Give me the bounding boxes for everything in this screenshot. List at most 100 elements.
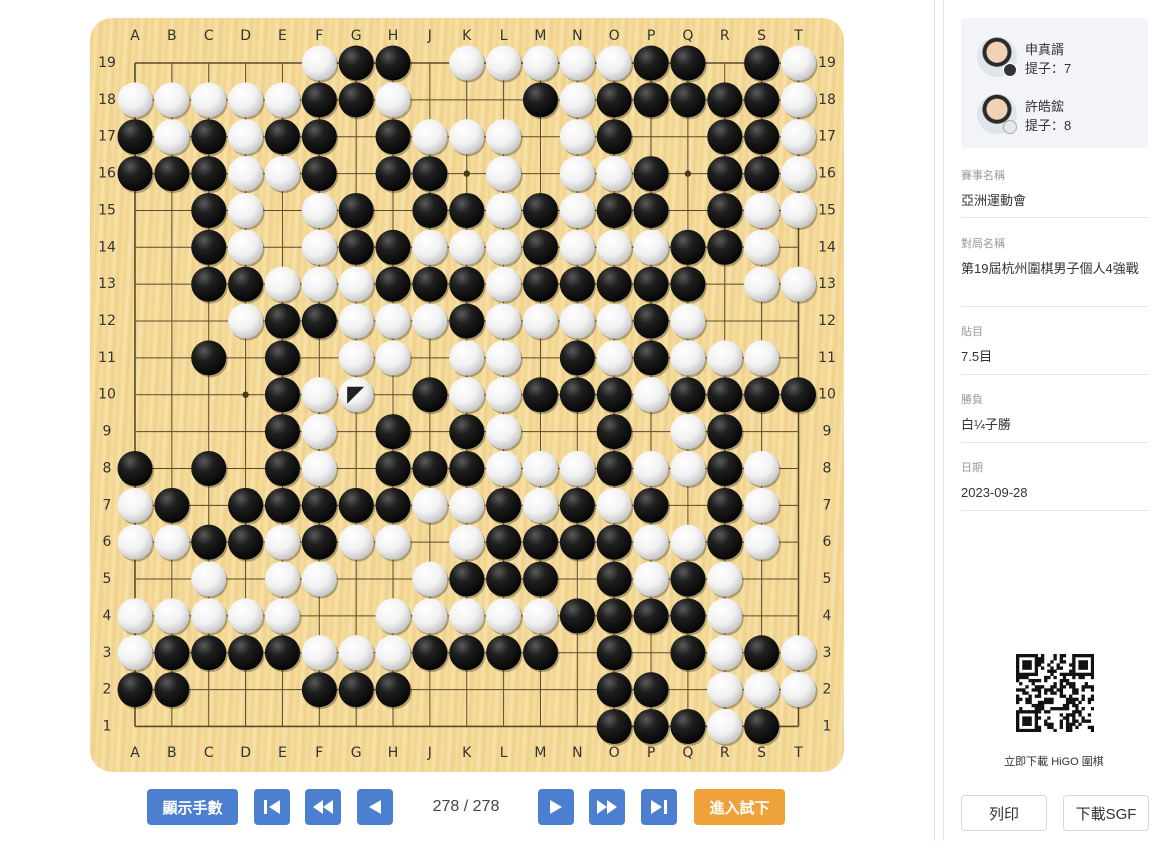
white-stone bbox=[154, 119, 191, 157]
column-label: H bbox=[388, 745, 399, 761]
white-stone bbox=[780, 156, 818, 194]
black-stone bbox=[707, 119, 744, 157]
row-label: 3 bbox=[103, 645, 112, 661]
black-stone bbox=[264, 487, 302, 525]
black-stone bbox=[449, 266, 486, 304]
info-date: 日期 2023-09-28 bbox=[961, 460, 1148, 511]
black-stone bbox=[633, 340, 671, 378]
black-stone bbox=[338, 229, 376, 267]
black-stone bbox=[338, 487, 376, 525]
player-black: 申真諝 提子：7 bbox=[977, 37, 1147, 77]
black-stone bbox=[633, 672, 671, 710]
white-stone bbox=[117, 487, 154, 525]
white-stone bbox=[301, 450, 339, 488]
white-stone bbox=[338, 266, 376, 304]
black-stone bbox=[301, 672, 339, 710]
black-stone bbox=[338, 45, 376, 83]
black-stone bbox=[117, 119, 154, 157]
white-stone bbox=[633, 377, 671, 415]
fast-forward-button[interactable] bbox=[589, 789, 625, 825]
white-stone bbox=[412, 119, 449, 157]
row-label: 9 bbox=[823, 424, 832, 440]
black-stone bbox=[596, 377, 634, 415]
black-stone bbox=[191, 635, 228, 673]
white-stone bbox=[670, 450, 707, 488]
white-stone bbox=[633, 561, 671, 599]
last-move-button[interactable] bbox=[641, 789, 677, 825]
black-stone bbox=[301, 487, 339, 525]
row-label: 16 bbox=[818, 166, 836, 182]
go-board[interactable]: A A B B C C D D E E F F G G H H J J K K L L M M N N O O P P Q Q R R S S T T 19… bbox=[90, 18, 844, 772]
black-stone bbox=[670, 377, 707, 415]
black-stone bbox=[522, 561, 560, 599]
row-label: 13 bbox=[98, 276, 116, 292]
white-stone bbox=[707, 598, 744, 636]
black-stone bbox=[707, 377, 744, 415]
black-stone bbox=[264, 303, 302, 341]
column-label: T bbox=[793, 745, 803, 761]
row-label: 5 bbox=[823, 571, 832, 587]
black-stone bbox=[412, 156, 449, 194]
black-stone bbox=[449, 414, 486, 452]
enter-trial-button[interactable]: 進入試下 bbox=[694, 789, 785, 825]
previous-move-button[interactable] bbox=[357, 789, 393, 825]
black-stone bbox=[559, 598, 597, 636]
first-move-button[interactable] bbox=[254, 789, 290, 825]
row-label: 19 bbox=[818, 55, 836, 71]
row-label: 1 bbox=[823, 718, 832, 734]
show-move-numbers-button[interactable]: 顯示手數 bbox=[147, 789, 238, 825]
row-label: 7 bbox=[823, 497, 832, 513]
black-stone bbox=[596, 672, 634, 710]
black-stone bbox=[522, 524, 560, 562]
black-stone bbox=[707, 450, 744, 488]
white-stone bbox=[301, 561, 339, 599]
fast-forward-icon bbox=[597, 800, 617, 814]
black-stone bbox=[228, 524, 265, 562]
next-move-button[interactable] bbox=[538, 789, 574, 825]
black-stone bbox=[338, 672, 376, 710]
black-stone bbox=[301, 303, 339, 341]
black-stone bbox=[744, 708, 781, 746]
print-button[interactable]: 列印 bbox=[961, 795, 1047, 831]
white-stone bbox=[559, 156, 597, 194]
white-stone bbox=[596, 229, 634, 267]
white-stone bbox=[154, 82, 191, 120]
previous-icon bbox=[369, 800, 381, 814]
black-stone bbox=[412, 450, 449, 488]
white-stone bbox=[780, 45, 818, 83]
black-stone bbox=[375, 156, 413, 194]
black-stone bbox=[596, 635, 634, 673]
black-stone bbox=[375, 450, 413, 488]
board-svg[interactable]: AABBCCDDEEFFGGHHJJKKLLMMNNOOPPQQRRSSTT19… bbox=[90, 18, 844, 772]
fast-backward-button[interactable] bbox=[305, 789, 341, 825]
player-white: 許皓鋐 提子：8 bbox=[977, 94, 1147, 134]
white-stone bbox=[449, 524, 486, 562]
column-label: L bbox=[500, 28, 508, 44]
white-stone bbox=[412, 303, 449, 341]
info-value: 亞洲運動會 bbox=[961, 193, 1027, 208]
row-label: 6 bbox=[103, 534, 112, 550]
column-label: G bbox=[351, 745, 362, 761]
black-stone bbox=[154, 672, 191, 710]
white-stone bbox=[596, 487, 634, 525]
black-stone bbox=[154, 156, 191, 194]
column-label: S bbox=[757, 28, 766, 44]
black-stone bbox=[633, 303, 671, 341]
black-stone bbox=[596, 598, 634, 636]
column-label: E bbox=[278, 745, 287, 761]
black-stone bbox=[707, 156, 744, 194]
white-stone bbox=[744, 487, 781, 525]
download-sgf-button[interactable]: 下載SGF bbox=[1063, 795, 1149, 831]
column-label: C bbox=[204, 745, 214, 761]
row-label: 15 bbox=[98, 202, 116, 218]
info-label: 日期 bbox=[961, 462, 983, 474]
black-stone bbox=[412, 377, 449, 415]
column-label: Q bbox=[682, 745, 693, 761]
white-stone bbox=[707, 340, 744, 378]
column-label: L bbox=[500, 745, 508, 761]
black-stone bbox=[670, 82, 707, 120]
black-stone bbox=[596, 708, 634, 746]
black-stone bbox=[264, 340, 302, 378]
row-label: 14 bbox=[98, 239, 116, 255]
black-stone bbox=[596, 192, 634, 230]
